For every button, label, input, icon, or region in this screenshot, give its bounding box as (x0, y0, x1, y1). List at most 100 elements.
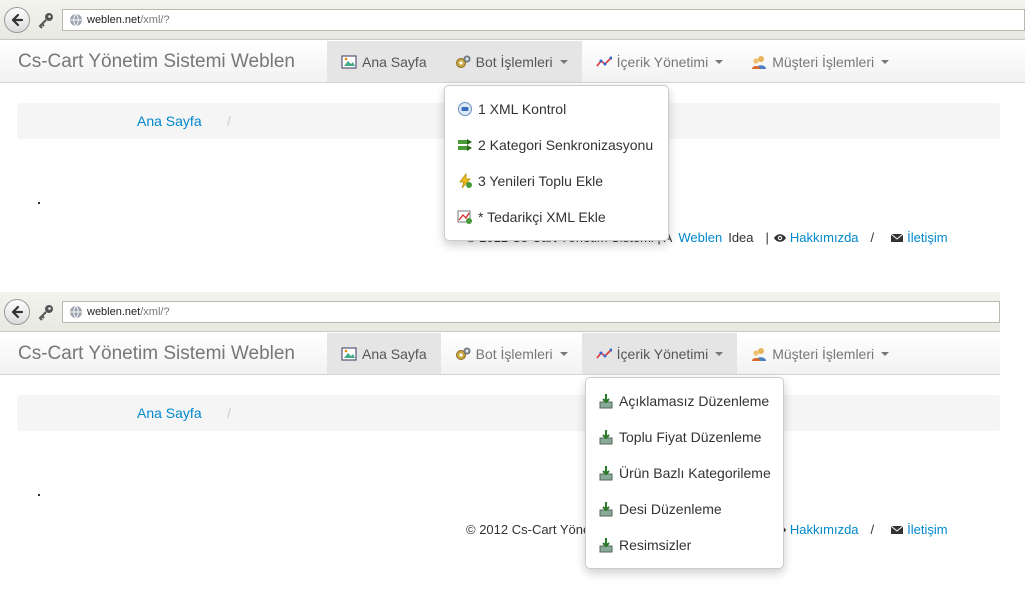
footer-slash: / (870, 230, 875, 245)
app-navbar: Cs-Cart Yönetim Sistemi Weblen Ana Sayfa… (0, 333, 1000, 375)
globe-icon (70, 13, 82, 27)
dropdown-item-bulk-add[interactable]: 3 Yenileri Toplu Ekle (445, 163, 668, 199)
dropdown-item-label: Resimsizler (619, 537, 692, 553)
brand-title[interactable]: Cs-Cart Yönetim Sistemi Weblen (18, 51, 295, 73)
key-icon (38, 13, 53, 29)
dropdown-item-product-categorize[interactable]: Ürün Bazlı Kategorileme (586, 455, 783, 491)
dropdown-item-label: 1 XML Kontrol (478, 101, 567, 117)
bot-dropdown-menu: 1 XML Kontrol 2 Kategori Senkronizasyonu… (444, 85, 669, 241)
content-dot (38, 202, 40, 204)
back-arrow-icon (11, 305, 24, 319)
nav-bot-label: Bot İşlemleri (475, 345, 553, 362)
nav-home[interactable]: Ana Sayfa (327, 41, 441, 82)
browser-toolbar: weblen.net/xml/? (0, 292, 1000, 332)
envelope-icon (890, 232, 904, 244)
chevron-down-icon (559, 352, 568, 356)
dropdown-item-category-sync[interactable]: 2 Kategori Senkronizasyonu (445, 127, 668, 163)
footer-about-link[interactable]: Hakkımızda (790, 230, 859, 245)
chevron-down-icon (559, 60, 568, 64)
screenshot-bottom: weblen.net/xml/? Cs-Cart Yönetim Sistemi… (0, 292, 1025, 584)
nav-home[interactable]: Ana Sayfa (327, 333, 441, 374)
users-icon (751, 54, 767, 70)
line-chart-icon (596, 346, 612, 362)
breadcrumb-separator: / (227, 113, 231, 129)
site-identity-button[interactable] (33, 8, 59, 32)
browser-toolbar: weblen.net/xml/? (0, 0, 1025, 40)
nav-customer-label: Müşteri İşlemleri (772, 345, 875, 362)
footer-idea: Idea (728, 230, 754, 245)
globe-icon (70, 305, 82, 319)
download-box-icon (598, 537, 614, 553)
chart-add-icon (457, 209, 473, 225)
chevron-down-icon (715, 60, 724, 64)
screenshot-top: weblen.net/xml/? Cs-Cart Yönetim Sistemi… (0, 0, 1025, 292)
back-arrow-icon (11, 13, 24, 27)
back-button[interactable] (4, 7, 30, 33)
nav-home-label: Ana Sayfa (362, 345, 427, 362)
breadcrumb-home-link[interactable]: Ana Sayfa (137, 405, 202, 421)
download-box-icon (598, 465, 614, 481)
url-host: weblen.net (87, 14, 141, 26)
eye-icon (773, 232, 787, 244)
footer-slash: / (870, 522, 875, 537)
chevron-down-icon (881, 60, 890, 64)
nav-bot-label: Bot İşlemleri (475, 53, 553, 70)
dropdown-item-label: Toplu Fiyat Düzenleme (619, 429, 762, 445)
nav-bot[interactable]: Bot İşlemleri (441, 333, 582, 374)
footer-pipe: | (765, 230, 769, 245)
breadcrumb-home-link[interactable]: Ana Sayfa (137, 113, 202, 129)
content-dropdown-menu: Açıklamasız Düzenleme Toplu Fiyat Düzenl… (585, 377, 784, 569)
footer-weblen-link[interactable]: Weblen (678, 230, 722, 245)
nav-content-label: İçerik Yönetimi (616, 53, 709, 70)
main-menu: Ana Sayfa Bot İşlemleri İçerik Yönetimi … (327, 41, 903, 82)
line-chart-icon (596, 54, 612, 70)
download-box-icon (598, 501, 614, 517)
download-box-icon (598, 393, 614, 409)
dropdown-item-label: Desi Düzenleme (619, 501, 722, 517)
nav-home-label: Ana Sayfa (362, 53, 427, 70)
sync-arrows-icon (457, 137, 473, 153)
footer-contact-link[interactable]: İletişim (907, 522, 947, 537)
dropdown-item-bulk-price-edit[interactable]: Toplu Fiyat Düzenleme (586, 419, 783, 455)
back-button[interactable] (4, 299, 30, 325)
dropdown-item-no-images[interactable]: Resimsizler (586, 527, 783, 563)
picture-icon (341, 54, 357, 70)
nav-customer-label: Müşteri İşlemleri (772, 53, 875, 70)
nav-content[interactable]: İçerik Yönetimi (581, 333, 738, 374)
main-menu: Ana Sayfa Bot İşlemleri İçerik Yönetimi … (327, 333, 903, 374)
nav-content[interactable]: İçerik Yönetimi (582, 41, 738, 82)
address-bar[interactable]: weblen.net/xml/? (62, 301, 1000, 323)
dropdown-item-label: 3 Yenileri Toplu Ekle (478, 173, 604, 189)
url-path: /xml/? (140, 14, 170, 26)
url-host: weblen.net (87, 306, 141, 318)
nav-bot[interactable]: Bot İşlemleri (440, 41, 582, 82)
dropdown-item-label: * Tedarikçi XML Ekle (478, 209, 606, 225)
dropdown-item-supplier-xml[interactable]: * Tedarikçi XML Ekle (445, 199, 668, 235)
users-icon (751, 346, 767, 362)
breadcrumb-separator: / (227, 405, 231, 421)
nav-content-label: İçerik Yönetimi (616, 345, 709, 362)
content-dot (38, 494, 40, 496)
nav-customer[interactable]: Müşteri İşlemleri (737, 41, 903, 82)
xml-badge-icon (457, 101, 473, 117)
dropdown-item-desi-edit[interactable]: Desi Düzenleme (586, 491, 783, 527)
brand-title[interactable]: Cs-Cart Yönetim Sistemi Weblen (18, 343, 295, 365)
nav-customer[interactable]: Müşteri İşlemleri (737, 333, 903, 374)
chevron-down-icon (715, 352, 724, 356)
site-identity-button[interactable] (33, 300, 59, 324)
dropdown-item-no-description-edit[interactable]: Açıklamasız Düzenleme (586, 383, 783, 419)
dropdown-item-xml-control[interactable]: 1 XML Kontrol (445, 91, 668, 127)
footer-about-link[interactable]: Hakkımızda (790, 522, 859, 537)
gears-icon (455, 54, 471, 70)
download-box-icon (598, 429, 614, 445)
footer-contact-link[interactable]: İletişim (907, 230, 947, 245)
dropdown-item-label: Ürün Bazlı Kategorileme (619, 465, 771, 481)
lightning-icon (457, 173, 473, 189)
breadcrumb: Ana Sayfa / (17, 395, 1000, 431)
dropdown-item-label: Açıklamasız Düzenleme (619, 393, 770, 409)
address-bar[interactable]: weblen.net/xml/? (62, 9, 1025, 31)
key-icon (38, 305, 53, 321)
chevron-down-icon (881, 352, 890, 356)
url-path: /xml/? (140, 306, 170, 318)
gears-icon (455, 346, 471, 362)
